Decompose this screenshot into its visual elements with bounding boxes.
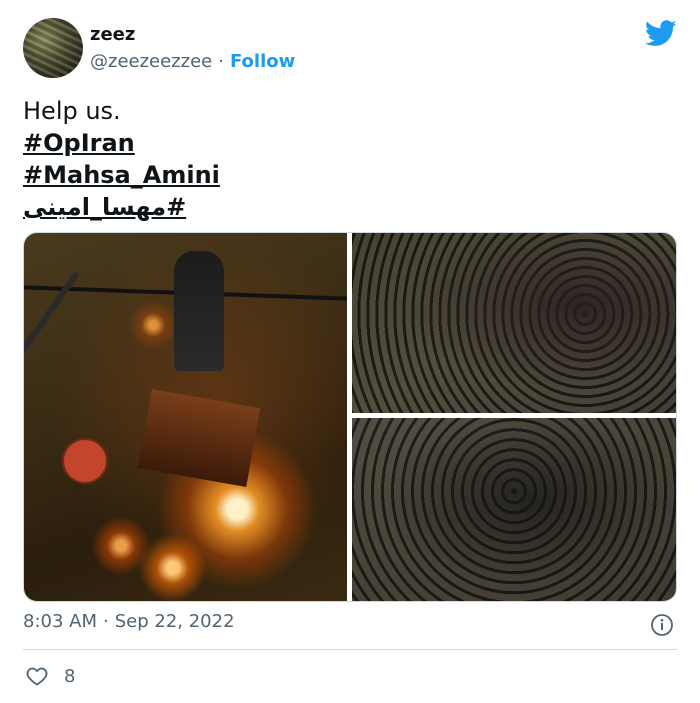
tweet-line: Help us. — [23, 97, 121, 125]
hashtag-opiran[interactable]: #OpIran — [23, 127, 220, 159]
dumpster — [137, 389, 261, 487]
hashtag-mahsa-amini[interactable]: #Mahsa_Amini — [23, 159, 220, 191]
info-icon[interactable] — [650, 613, 674, 637]
heart-icon — [26, 667, 48, 686]
tweet-time: 8:03 AM — [23, 611, 97, 632]
photo-crowd-bottom[interactable] — [352, 418, 676, 601]
photo-crowd-top[interactable] — [352, 233, 676, 413]
tweet-timestamp[interactable]: 8:03 AM · Sep 22, 2022 — [23, 611, 235, 632]
hashtag-mahsa-amini-persian[interactable]: #مهسا_امینی — [23, 191, 220, 223]
follow-button[interactable]: Follow — [230, 51, 295, 72]
twitter-bird-icon[interactable] — [645, 20, 677, 47]
author-handle[interactable]: @zeezeezzee — [90, 51, 212, 72]
tweet-text: Help us. #OpIran #Mahsa_Amini #مهسا_امین… — [23, 95, 220, 223]
author-name[interactable]: zeez — [90, 24, 135, 45]
tweet-card: zeez @zeezeezzee · Follow Help us. #OpIran… — [0, 0, 700, 703]
avatar[interactable] — [23, 18, 83, 78]
divider — [23, 649, 677, 650]
author-handle-row: @zeezeezzee · Follow — [90, 51, 295, 72]
separator-dot: · — [218, 51, 224, 72]
like-button[interactable]: 8 — [25, 664, 75, 688]
road-sign — [62, 438, 108, 484]
fallen-pole — [24, 271, 80, 554]
person-silhouette — [174, 251, 224, 371]
tweet-date: Sep 22, 2022 — [114, 611, 235, 632]
separator-dot: · — [103, 611, 109, 632]
like-count: 8 — [64, 665, 76, 687]
photo-fire-street[interactable] — [24, 233, 347, 601]
media-grid — [23, 232, 677, 602]
